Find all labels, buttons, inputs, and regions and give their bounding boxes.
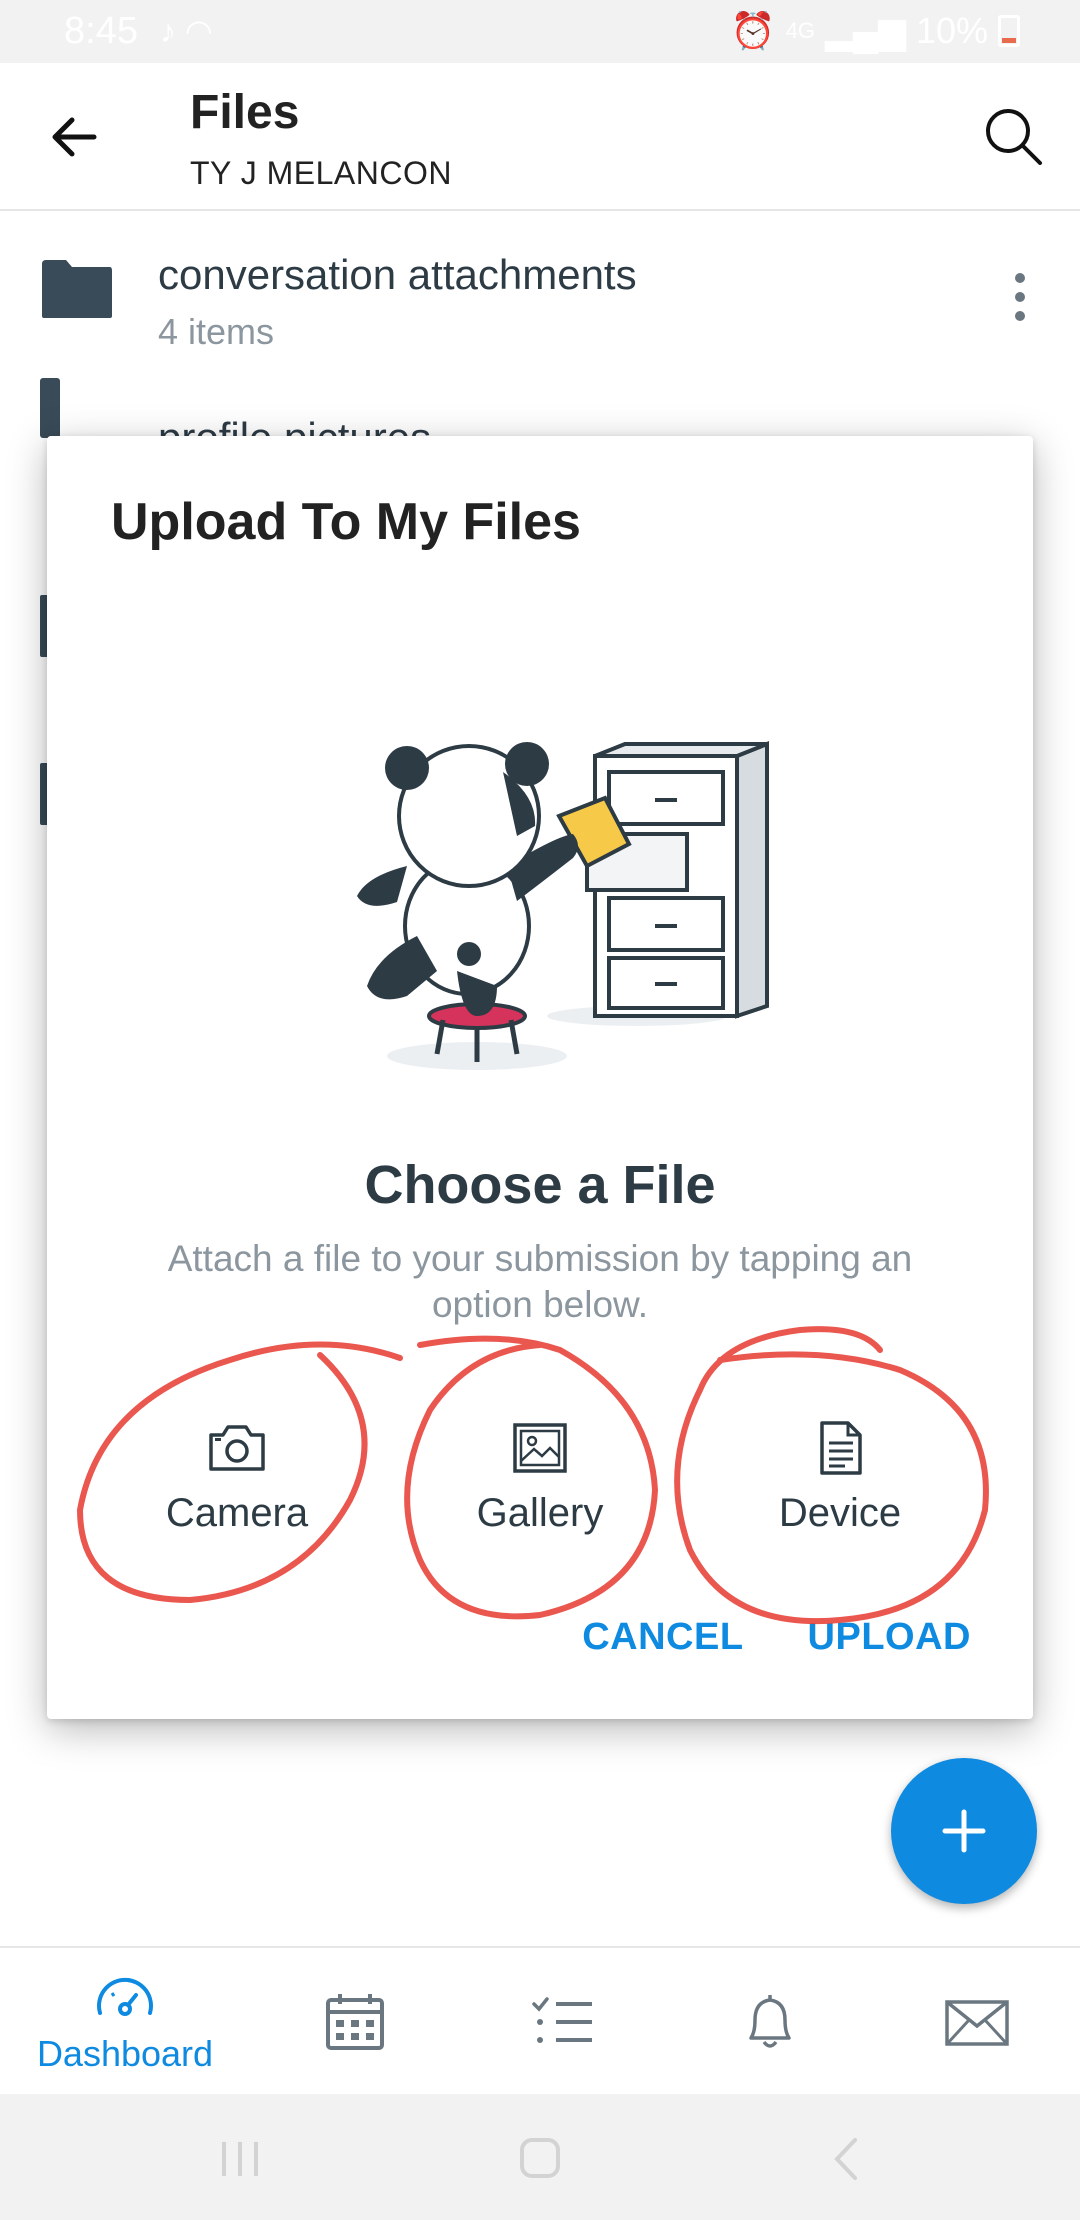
- todo-list-icon: [532, 1997, 592, 2043]
- battery-icon: [998, 15, 1020, 47]
- notification-icons: ♪ ◠: [160, 13, 213, 49]
- camera-option-button[interactable]: Camera: [137, 1421, 337, 1551]
- home-icon[interactable]: [510, 2134, 570, 2184]
- page-title: Files: [190, 86, 300, 139]
- cancel-button[interactable]: CANCEL: [582, 1616, 743, 1659]
- status-time: 8:45: [64, 10, 138, 52]
- nav-item-todo[interactable]: [498, 1948, 628, 2096]
- more-options-icon[interactable]: [1012, 273, 1028, 321]
- device-option-button[interactable]: Device: [740, 1421, 940, 1551]
- battery-percent: 10%: [915, 10, 988, 51]
- network-indicator: 4G: [785, 18, 816, 43]
- mail-icon: [945, 2000, 1009, 2046]
- app-header: Files TY J MELANCON: [0, 63, 1080, 211]
- choose-file-description: Attach a file to your submission by tapp…: [167, 1238, 913, 1325]
- camera-option-label: Camera: [165, 1491, 309, 1535]
- page-subtitle: TY J MELANCON: [190, 155, 452, 191]
- upload-button[interactable]: UPLOAD: [808, 1616, 971, 1659]
- back-button[interactable]: [44, 107, 104, 167]
- choose-file-heading: Choose a File: [364, 1155, 716, 1215]
- nav-label-dashboard: Dashboard: [36, 2033, 214, 2074]
- file-item-count: 4 items: [158, 311, 275, 352]
- gallery-icon: [513, 1423, 567, 1473]
- folder-icon: [42, 260, 112, 318]
- bottom-nav: Dashboard: [0, 1946, 1080, 2094]
- alarm-icon: ⏰: [730, 10, 776, 51]
- nav-item-inbox[interactable]: [912, 1948, 1042, 2096]
- plus-icon: [942, 1809, 986, 1853]
- search-button[interactable]: [982, 105, 1046, 169]
- device-option-label: Device: [778, 1491, 902, 1535]
- nav-item-calendar[interactable]: [290, 1948, 420, 2096]
- upload-dialog: Upload To My Files Choose a File Attach …: [47, 436, 1033, 1719]
- back-arrow-icon: [52, 117, 97, 157]
- camera-icon: [209, 1425, 265, 1471]
- nav-item-dashboard[interactable]: Dashboard: [20, 1948, 230, 2096]
- recent-apps-icon[interactable]: [210, 2134, 270, 2184]
- dialog-actions: CANCEL UPLOAD: [582, 1616, 971, 1659]
- panda-filing-illustration: [357, 741, 769, 1070]
- file-name: conversation attachments: [158, 251, 637, 298]
- status-right: ⏰ 4G ▂▄▆ 10%: [731, 10, 1020, 52]
- gallery-option-button[interactable]: Gallery: [440, 1421, 640, 1551]
- dashboard-icon: [97, 1977, 153, 2016]
- list-item[interactable]: conversation attachments 4 items: [0, 213, 1080, 378]
- add-fab-button[interactable]: [891, 1758, 1037, 1904]
- system-nav-bar: [0, 2094, 1080, 2220]
- file-name: profile pictures: [158, 414, 432, 438]
- status-bar: 8:45 ♪ ◠ ⏰ 4G ▂▄▆ 10%: [0, 0, 1080, 63]
- gallery-option-label: Gallery: [476, 1491, 604, 1535]
- folder-icon: [40, 378, 60, 438]
- signal-icon: ▂▄▆: [825, 10, 906, 51]
- calendar-icon: [326, 1994, 384, 2050]
- list-item[interactable]: profile pictures: [0, 378, 1080, 438]
- document-icon: [820, 1421, 862, 1475]
- system-back-icon[interactable]: [815, 2134, 875, 2184]
- bell-icon: [749, 1995, 791, 2048]
- search-icon: [986, 109, 1042, 165]
- dialog-title: Upload To My Files: [111, 493, 581, 551]
- nav-item-notifications[interactable]: [705, 1948, 835, 2096]
